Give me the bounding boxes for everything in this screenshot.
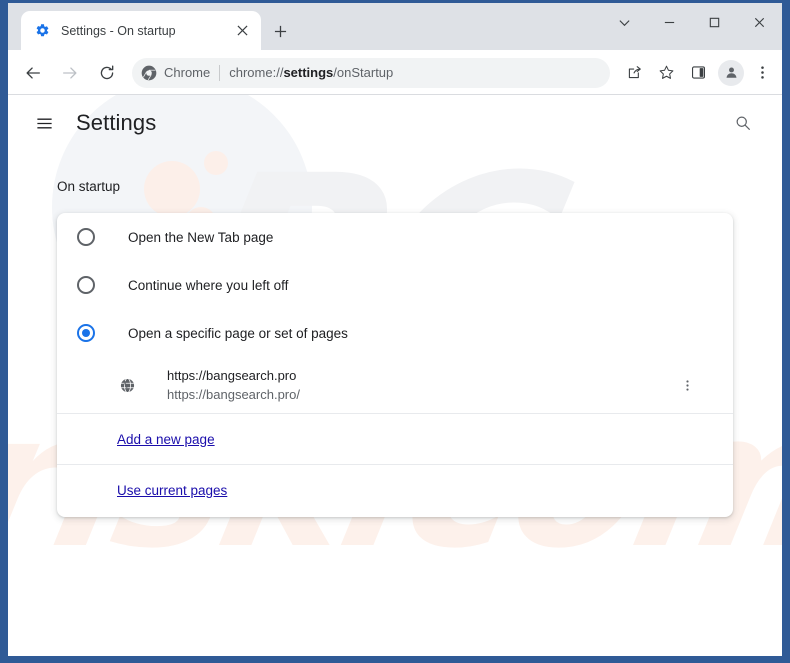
browser-toolbar: Chrome chrome://settings/onStartup <box>8 50 782 95</box>
minimize-icon[interactable] <box>647 3 692 41</box>
section-label: On startup <box>57 179 121 194</box>
use-current-pages-link[interactable]: Use current pages <box>117 483 227 498</box>
chrome-logo-icon <box>141 65 157 81</box>
settings-gear-icon <box>34 23 50 39</box>
browser-window-frame: Settings - On startup Chrome chrome://se… <box>0 0 790 663</box>
omnibox-url: chrome://settings/onStartup <box>229 65 393 80</box>
maximize-icon[interactable] <box>692 3 737 41</box>
tab-strip: Settings - On startup <box>8 3 782 50</box>
share-icon[interactable] <box>620 59 648 87</box>
side-panel-icon[interactable] <box>684 59 712 87</box>
add-a-new-page-row[interactable]: Add a new page <box>57 414 733 465</box>
on-startup-card: Open the New Tab page Continue where you… <box>57 213 733 517</box>
radio-option-new-tab-page[interactable]: Open the New Tab page <box>57 213 733 261</box>
hamburger-menu-icon[interactable] <box>30 109 58 137</box>
chrome-menu-icon[interactable] <box>748 59 776 87</box>
settings-page: PC risk.com Settings On startup <box>8 95 782 656</box>
watermark-dot <box>144 161 200 217</box>
address-bar[interactable]: Chrome chrome://settings/onStartup <box>132 57 610 88</box>
more-vert-icon[interactable] <box>673 371 701 399</box>
radio-option-specific-pages[interactable]: Open a specific page or set of pages <box>57 309 733 357</box>
url-host: settings <box>283 65 334 80</box>
radio-button-checked-icon[interactable] <box>77 324 95 342</box>
tab-title: Settings - On startup <box>61 23 176 38</box>
startup-page-list-item: https://bangsearch.pro https://bangsearc… <box>57 357 733 414</box>
startup-page-title: https://bangsearch.pro <box>167 367 297 383</box>
globe-icon <box>117 375 137 395</box>
forward-arrow-icon <box>56 59 84 87</box>
radio-option-continue-where-left-off[interactable]: Continue where you left off <box>57 261 733 309</box>
page-title: Settings <box>76 110 157 135</box>
profile-avatar-icon[interactable] <box>718 59 744 86</box>
startup-page-texts: https://bangsearch.pro https://bangsearc… <box>167 367 673 404</box>
omnibox-chip-label: Chrome <box>164 65 211 80</box>
radio-option-label: Continue where you left off <box>128 277 289 293</box>
back-arrow-icon[interactable] <box>19 59 47 87</box>
tab-search-chevron-down-icon[interactable] <box>602 3 647 41</box>
browser-tab-settings[interactable]: Settings - On startup <box>21 11 261 50</box>
omnibox-divider <box>219 64 221 81</box>
settings-header: Settings <box>8 95 782 151</box>
new-tab-button[interactable] <box>266 17 294 45</box>
close-window-icon[interactable] <box>737 3 782 41</box>
url-prefix: chrome:// <box>229 65 284 80</box>
bookmark-star-icon[interactable] <box>652 59 680 87</box>
watermark-dot <box>204 151 228 175</box>
radio-button-unchecked-icon[interactable] <box>77 228 95 246</box>
toolbar-action-buttons <box>616 59 782 87</box>
use-current-pages-row[interactable]: Use current pages <box>57 465 733 515</box>
radio-option-label: Open the New Tab page <box>128 229 274 245</box>
window-caption-buttons <box>602 3 782 41</box>
reload-icon[interactable] <box>93 59 121 87</box>
startup-page-url: https://bangsearch.pro/ <box>167 386 300 402</box>
close-icon[interactable] <box>231 20 253 42</box>
browser-window-inner: Settings - On startup Chrome chrome://se… <box>8 3 782 656</box>
search-icon[interactable] <box>729 109 757 137</box>
add-a-new-page-link[interactable]: Add a new page <box>117 432 215 447</box>
radio-button-unchecked-icon[interactable] <box>77 276 95 294</box>
url-suffix: /onStartup <box>333 65 394 80</box>
radio-option-label: Open a specific page or set of pages <box>128 325 348 341</box>
